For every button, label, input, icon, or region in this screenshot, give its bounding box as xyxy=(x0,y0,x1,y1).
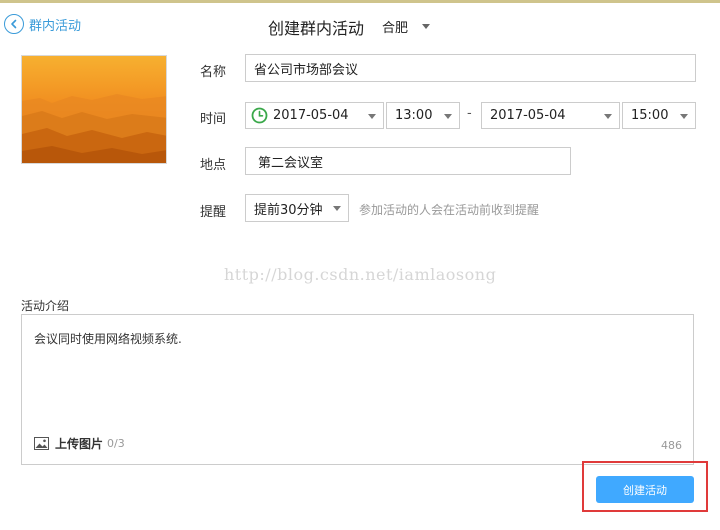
location-label: 地点 xyxy=(200,158,227,173)
description-textarea[interactable]: 会议同时使用网络视频系统. 上传图片 0/3 486 xyxy=(21,314,694,465)
chevron-down-icon xyxy=(333,206,341,211)
image-icon xyxy=(34,437,49,450)
reminder-hint: 参加活动的人会在活动前收到提醒 xyxy=(359,203,540,217)
name-value: 省公司市场部会议 xyxy=(254,62,359,78)
time-label: 时间 xyxy=(200,112,227,127)
name-label: 名称 xyxy=(200,65,227,80)
end-time-select[interactable]: 15:00 xyxy=(622,102,696,129)
back-label: 群内活动 xyxy=(29,18,82,34)
reminder-label: 提醒 xyxy=(200,205,227,220)
page-title: 创建群内活动 xyxy=(268,19,365,38)
reminder-value: 提前30分钟 xyxy=(254,202,323,218)
upload-label: 上传图片 xyxy=(55,437,104,451)
city-label: 合肥 xyxy=(382,21,409,36)
chevron-down-icon xyxy=(422,24,431,29)
location-input[interactable]: 第二会议室 xyxy=(245,147,571,175)
start-date-select[interactable]: 2017-05-04 xyxy=(245,102,384,129)
chevron-down-icon xyxy=(604,113,612,119)
top-divider xyxy=(0,0,720,3)
create-activity-button[interactable]: 创建活动 xyxy=(596,476,694,503)
watermark: http://blog.csdn.net/iamlaosong xyxy=(224,265,497,284)
description-text: 会议同时使用网络视频系统. xyxy=(34,332,182,346)
back-arrow-icon xyxy=(4,14,24,34)
location-value: 第二会议室 xyxy=(258,155,324,171)
name-input[interactable]: 省公司市场部会议 xyxy=(245,54,696,82)
upload-count: 0/3 xyxy=(107,437,125,450)
start-time-select[interactable]: 13:00 xyxy=(386,102,460,129)
chevron-down-icon xyxy=(444,113,452,119)
char-counter: 486 xyxy=(661,439,682,452)
back-button[interactable]: 群内活动 xyxy=(4,12,81,36)
city-selector[interactable]: 合肥 xyxy=(382,17,431,36)
description-label: 活动介绍 xyxy=(21,299,70,313)
start-time-value: 13:00 xyxy=(395,108,433,123)
end-time-value: 15:00 xyxy=(631,108,669,123)
clock-icon xyxy=(251,107,268,124)
chevron-down-icon xyxy=(368,113,376,119)
chevron-down-icon xyxy=(680,113,688,119)
time-separator: - xyxy=(467,106,472,121)
start-date-value: 2017-05-04 xyxy=(273,108,349,123)
upload-image-button[interactable]: 上传图片 0/3 xyxy=(34,435,125,452)
cover-image[interactable] xyxy=(21,55,167,164)
end-date-value: 2017-05-04 xyxy=(490,108,566,123)
reminder-select[interactable]: 提前30分钟 xyxy=(245,194,349,222)
end-date-select[interactable]: 2017-05-04 xyxy=(481,102,620,129)
